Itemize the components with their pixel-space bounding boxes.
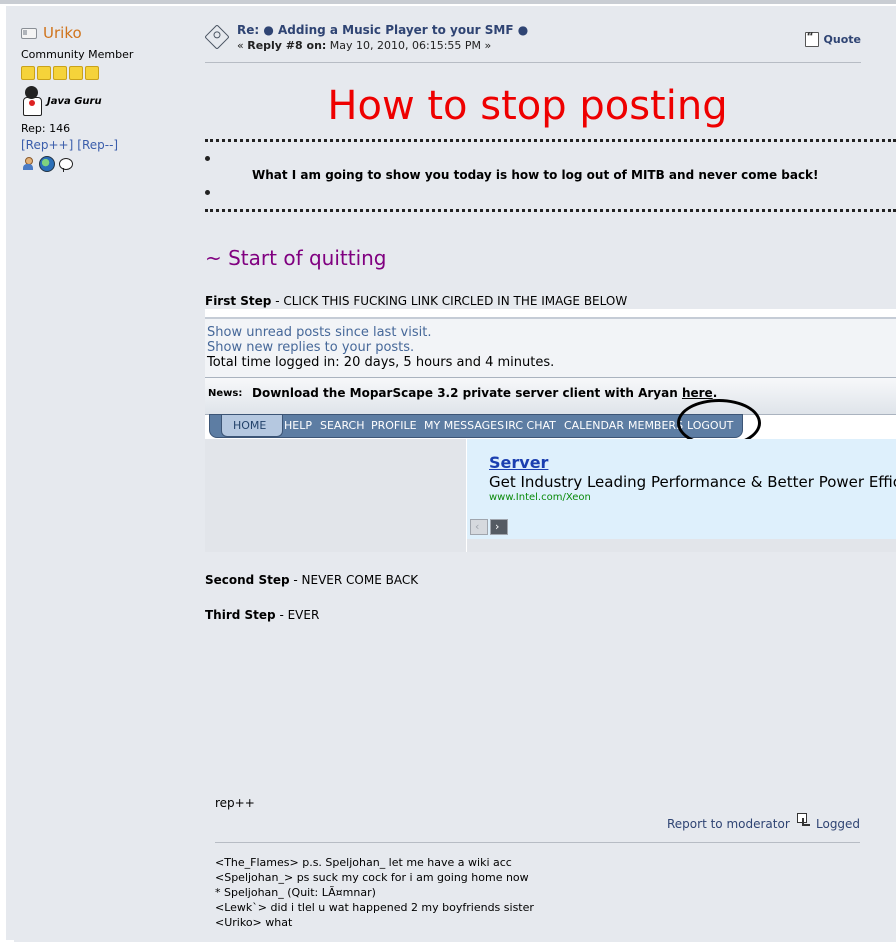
dotted-divider	[205, 139, 896, 142]
personal-message-icon[interactable]	[59, 158, 73, 172]
reply-date: May 10, 2010, 06:15:55 PM »	[326, 39, 492, 52]
poster-name-link[interactable]: Uriko	[43, 24, 82, 42]
embedded-screenshot: Show unread posts since last visit. Show…	[205, 309, 896, 552]
star-icon	[69, 66, 83, 80]
embed-menu-members: MEMBERS	[628, 419, 684, 432]
ad-title: Server	[489, 453, 549, 472]
embed-menu-calendar: CALENDAR	[564, 419, 624, 432]
embed-ad-panel: Server Get Industry Leading Performance …	[467, 439, 896, 539]
star-icon	[53, 66, 67, 80]
embed-unread-link: Show unread posts since last visit.	[207, 325, 432, 340]
post-rep-text: rep++	[215, 796, 255, 810]
report-to-moderator-link[interactable]: Report to moderator	[667, 817, 790, 831]
reputation: Rep: 146	[21, 122, 71, 135]
logged-label: Logged	[816, 817, 861, 831]
website-globe-icon[interactable]	[39, 156, 55, 172]
rep-plus-link[interactable]: [Rep++]	[21, 138, 73, 152]
embed-news-label: News:	[208, 388, 243, 399]
quote-icon	[804, 30, 819, 47]
embed-menu-home: HOME	[221, 415, 283, 437]
profile-icons	[21, 156, 191, 172]
signature-line: <Speljohan_> ps suck my cock for i am go…	[215, 871, 529, 884]
ad-text: Get Industry Leading Performance & Bette…	[489, 473, 896, 491]
reputation-links: [Rep++] [Rep--]	[21, 138, 191, 152]
profile-user-icon[interactable]	[21, 157, 35, 171]
star-icon	[85, 66, 99, 80]
embed-menu-help: HELP	[284, 419, 312, 432]
embed-new-replies-link: Show new replies to your posts.	[207, 340, 415, 355]
java-mascot-icon	[21, 86, 43, 116]
poster-name-row: Uriko	[21, 24, 191, 42]
signature-line: <Uriko> what	[215, 916, 293, 929]
member-badge: Java Guru	[21, 86, 191, 116]
window-top-border	[0, 0, 896, 4]
embed-menu-irc: IRC CHAT	[505, 419, 556, 432]
badge-label: Java Guru	[47, 95, 102, 107]
quote-button[interactable]: Quote	[804, 30, 861, 47]
member-rank: Community Member	[21, 48, 134, 61]
embed-news-text: Download the MoparScape 3.2 private serv…	[252, 386, 718, 400]
signature-line: * Speljohan_ (Quit: LÃ¤mnar)	[215, 886, 376, 899]
ad-next-icon	[490, 519, 508, 535]
embed-bottom-strip	[467, 539, 896, 552]
embed-menu-messages: MY MESSAGES	[424, 419, 505, 432]
embed-menu-search: SEARCH	[320, 419, 365, 432]
embed-news-bar: News: Download the MoparScape 3.2 privat…	[205, 377, 896, 415]
post-header: Re: ● Adding a Music Player to your SMF …	[204, 22, 861, 63]
dotted-divider	[205, 209, 896, 212]
star-icon	[21, 66, 35, 80]
post-subject-link[interactable]: Re: ● Adding a Music Player to your SMF …	[237, 23, 528, 37]
signature-line: <Lewk`> did i tlel u wat happened 2 my b…	[215, 901, 534, 914]
quote-label: Quote	[823, 33, 861, 46]
post-footer-links: Report to moderator Logged	[667, 812, 861, 832]
step-three: Third Step - EVER	[205, 608, 320, 622]
rep-minus-link[interactable]: [Rep--]	[77, 138, 118, 152]
embed-gray-area	[205, 439, 466, 552]
intro-text: What I am going to show you today is how…	[252, 168, 819, 182]
ad-url: www.Intel.com/Xeon	[489, 492, 591, 503]
poster-panel: Uriko Community Member Java Guru Rep: 14…	[21, 24, 191, 172]
post-big-title: How to stop posting	[327, 83, 728, 129]
embed-menu-profile: PROFILE	[371, 419, 417, 432]
embed-user-stats: Show unread posts since last visit. Show…	[205, 319, 896, 379]
reply-info: « Reply #8 on: May 10, 2010, 06:15:55 PM…	[237, 39, 492, 52]
step-one: First Step - CLICK THIS FUCKING LINK CIR…	[205, 294, 628, 308]
post-xx-icon	[204, 24, 230, 50]
section-heading: ~ Start of quitting	[205, 246, 387, 270]
rank-stars	[21, 66, 191, 80]
signature-line: <The_Flames> p.s. Speljohan_ let me have…	[215, 856, 512, 869]
signature-separator	[215, 842, 860, 843]
ad-prev-icon	[470, 519, 488, 535]
embed-top-strip	[205, 309, 896, 319]
embed-news-link: here	[681, 386, 713, 400]
step-two: Second Step - NEVER COME BACK	[205, 573, 419, 587]
embed-menu-bar: HOME HELP SEARCH PROFILE MY MESSAGES IRC…	[209, 414, 743, 438]
signature: <The_Flames> p.s. Speljohan_ let me have…	[215, 855, 534, 930]
star-icon	[37, 66, 51, 80]
list-bullet	[205, 156, 210, 161]
offline-status-icon	[21, 27, 37, 39]
ip-logged-icon	[797, 812, 811, 826]
embed-time-logged: Total time logged in: 20 days, 5 hours a…	[207, 355, 555, 370]
reply-number: Reply #8 on:	[247, 39, 327, 52]
list-bullet	[205, 190, 210, 195]
